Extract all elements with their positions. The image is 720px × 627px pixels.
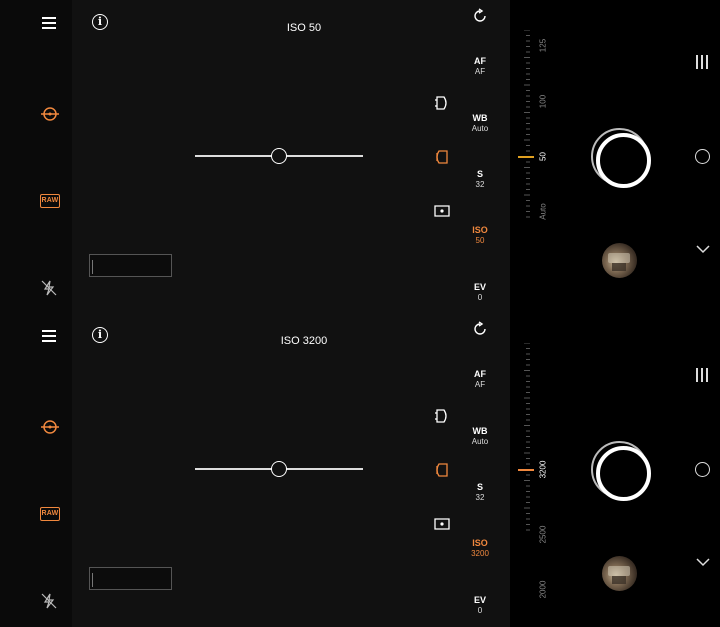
gallery-thumbnail[interactable] <box>602 556 637 591</box>
setting-wb[interactable]: WB Auto <box>460 426 500 447</box>
setting-value: 50 <box>475 236 485 245</box>
menu-icon[interactable] <box>42 17 56 29</box>
setting-iso[interactable]: ISO 50 <box>460 225 500 246</box>
setting-value: AF <box>474 67 486 76</box>
lens-front-icon[interactable] <box>434 462 450 478</box>
iso-slider-thumb[interactable] <box>271 148 287 164</box>
setting-wb[interactable]: WB Auto <box>460 113 500 134</box>
dial-label: 50 <box>538 152 548 161</box>
setting-name: EV <box>473 595 486 605</box>
flash-off-icon[interactable] <box>40 279 58 297</box>
setting-af[interactable]: AF AF <box>460 56 500 77</box>
dial-label: 3200 <box>538 460 548 479</box>
iso-indicator: ISO 50 <box>286 22 322 34</box>
shutter-button[interactable] <box>591 128 651 188</box>
lens-icon[interactable] <box>434 408 450 424</box>
setting-ev[interactable]: EV 0 <box>460 282 500 303</box>
more-icon[interactable] <box>696 55 710 69</box>
setting-value: 0 <box>477 293 483 302</box>
iso-dial[interactable] <box>516 343 556 533</box>
gallery-thumbnail[interactable] <box>602 243 637 278</box>
lens-icon[interactable] <box>434 95 450 111</box>
panorama-icon[interactable] <box>434 516 450 532</box>
histogram <box>89 567 172 590</box>
iso-dial[interactable] <box>516 30 556 220</box>
dial-label: 2000 <box>538 580 548 599</box>
setting-name: EV <box>473 282 486 292</box>
rotate-icon[interactable] <box>472 321 488 337</box>
setting-name: ISO <box>472 538 488 548</box>
lens-front-icon[interactable] <box>434 149 450 165</box>
setting-value: Auto <box>471 437 489 446</box>
more-icon[interactable] <box>696 368 710 382</box>
flash-off-icon[interactable] <box>40 592 58 610</box>
iso-indicator: ISO 3200 <box>280 335 328 347</box>
setting-value: 3200 <box>471 549 489 558</box>
setting-name: AF <box>474 369 486 379</box>
setting-name: WB <box>472 113 488 123</box>
setting-name: AF <box>474 56 486 66</box>
raw-icon[interactable]: RAW <box>40 194 60 208</box>
focus-mode-icon[interactable] <box>40 417 60 437</box>
setting-value: 0 <box>477 606 483 615</box>
dial-label: Auto <box>538 203 548 220</box>
camera-screen-bottom: RAW i ISO 3200 AF AF WB Auto S 32 ISO 32… <box>0 313 720 627</box>
mode-circle-icon[interactable] <box>695 462 710 477</box>
dial-label: 100 <box>538 94 548 109</box>
iso-slider-thumb[interactable] <box>271 461 287 477</box>
setting-name: WB <box>472 426 488 436</box>
mode-circle-icon[interactable] <box>695 149 710 164</box>
setting-value: AF <box>474 380 486 389</box>
setting-name: S <box>476 169 483 179</box>
setting-shutter[interactable]: S 32 <box>460 482 500 503</box>
raw-icon[interactable]: RAW <box>40 507 60 521</box>
info-icon[interactable]: i <box>92 327 108 343</box>
setting-ev[interactable]: EV 0 <box>460 595 500 616</box>
setting-name: S <box>476 482 483 492</box>
chevron-down-icon[interactable] <box>696 244 710 254</box>
left-toolbar: RAW <box>0 0 72 313</box>
camera-screen-top: RAW i ISO 50 AF AF WB Auto S 32 ISO 50 E… <box>0 0 720 313</box>
setting-value: 32 <box>475 493 485 502</box>
chevron-down-icon[interactable] <box>696 557 710 567</box>
shutter-button[interactable] <box>591 441 651 501</box>
menu-icon[interactable] <box>42 330 56 342</box>
info-icon[interactable]: i <box>92 14 108 30</box>
focus-mode-icon[interactable] <box>40 104 60 124</box>
histogram <box>89 254 172 277</box>
setting-name: ISO <box>472 225 488 235</box>
setting-iso[interactable]: ISO 3200 <box>460 538 500 559</box>
dial-label: 2500 <box>538 525 548 544</box>
setting-shutter[interactable]: S 32 <box>460 169 500 190</box>
left-toolbar: RAW <box>0 313 72 627</box>
dial-label: 125 <box>538 38 548 53</box>
setting-value: Auto <box>471 124 489 133</box>
setting-value: 32 <box>475 180 485 189</box>
rotate-icon[interactable] <box>472 8 488 24</box>
panorama-icon[interactable] <box>434 203 450 219</box>
setting-af[interactable]: AF AF <box>460 369 500 390</box>
